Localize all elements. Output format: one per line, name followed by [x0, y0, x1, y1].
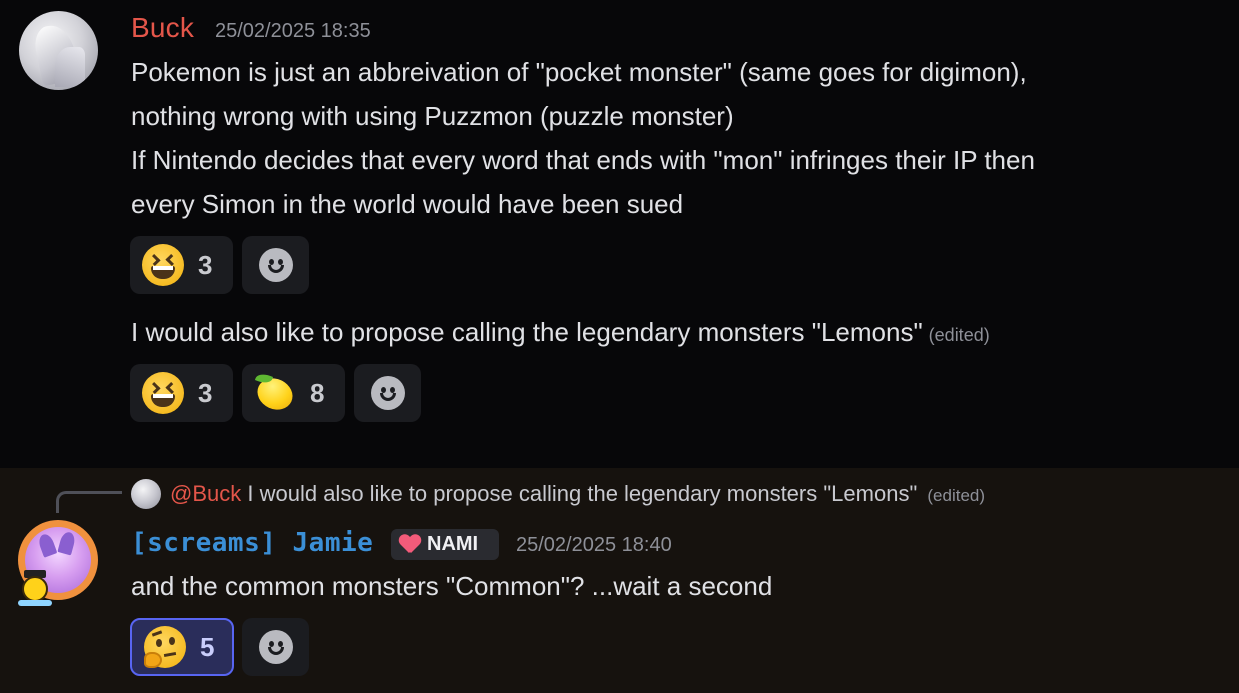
reaction-count: 3 — [198, 249, 213, 280]
author-name[interactable]: Buck — [131, 12, 194, 44]
author-name[interactable]: [screams] Jamie — [131, 528, 373, 558]
reply-avatar[interactable] — [131, 479, 161, 509]
edited-label: (edited) — [927, 486, 986, 505]
reaction-lemon[interactable]: 8 — [242, 364, 345, 422]
add-reaction-button[interactable] — [354, 364, 421, 422]
laughing-emoji-icon — [142, 372, 184, 414]
thinking-emoji-icon — [144, 626, 186, 668]
reaction-count: 5 — [200, 631, 215, 662]
reply-preview[interactable]: @Buck I would also like to propose calli… — [170, 481, 985, 507]
message-line: If Nintendo decides that every word that… — [131, 145, 1035, 175]
avatar[interactable] — [19, 11, 98, 90]
reaction-laughing[interactable]: 3 — [130, 236, 233, 294]
add-reaction-button[interactable] — [242, 236, 309, 294]
message-line: Pokemon is just an abbreivation of "pock… — [131, 57, 1027, 87]
timestamp: 25/02/2025 18:40 — [516, 534, 672, 556]
message-line: I would also like to propose calling the… — [131, 317, 990, 348]
server-tag-label: NAMI — [427, 533, 479, 555]
add-reaction-icon — [370, 376, 405, 410]
message-line: every Simon in the world would have been… — [131, 189, 684, 219]
add-reaction-icon — [258, 248, 293, 282]
reaction-thinking[interactable]: 5 — [130, 618, 234, 676]
message-line: and the common monsters "Common"? ...wai… — [131, 571, 773, 601]
timestamp: 25/02/2025 18:35 — [215, 20, 371, 42]
add-reaction-icon — [258, 630, 293, 664]
server-tag[interactable]: NAMI — [391, 529, 499, 560]
reply-mention[interactable]: @Buck — [170, 481, 241, 506]
reply-connector — [56, 491, 122, 513]
reaction-laughing[interactable]: 3 — [130, 364, 233, 422]
add-reaction-button[interactable] — [242, 618, 309, 676]
reaction-count: 8 — [310, 377, 325, 408]
message-buck: Buck 25/02/2025 18:35 Pokemon is just an… — [0, 0, 1239, 468]
message-line: nothing wrong with using Puzzmon (puzzle… — [131, 101, 734, 131]
reply-text: I would also like to propose calling the… — [247, 481, 918, 506]
avatar[interactable] — [18, 520, 100, 612]
followup-text: I would also like to propose calling the… — [131, 317, 923, 347]
reaction-count: 3 — [198, 377, 213, 408]
edited-label: (edited) — [928, 325, 990, 345]
heart-icon — [399, 535, 421, 555]
lemon-emoji-icon — [252, 371, 298, 416]
laughing-emoji-icon — [142, 244, 184, 286]
